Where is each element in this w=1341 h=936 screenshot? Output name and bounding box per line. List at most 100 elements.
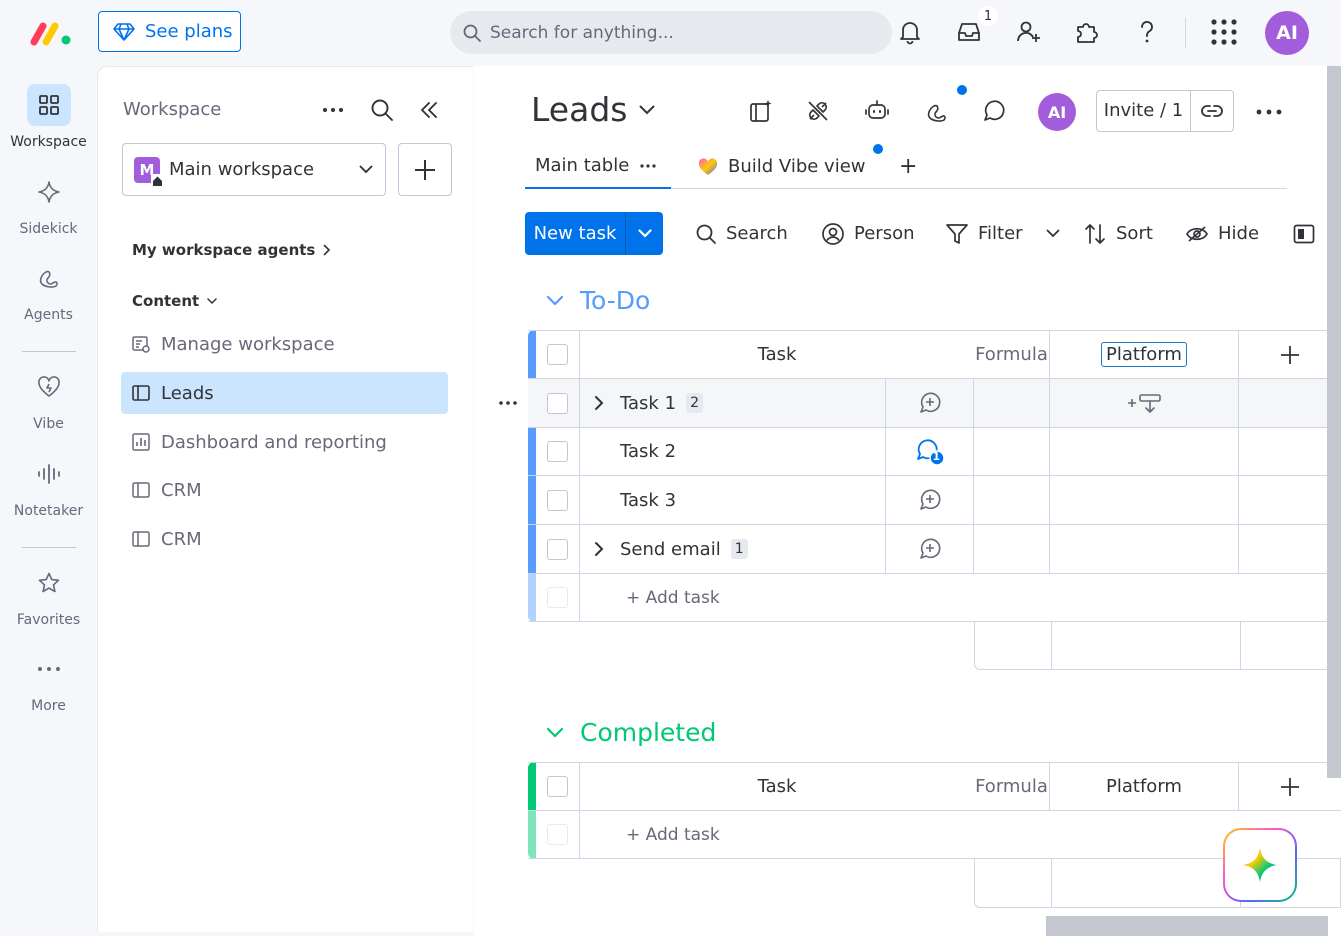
- rail-agents[interactable]: Agents: [0, 257, 97, 323]
- updates-cell[interactable]: [886, 379, 974, 427]
- monday-logo[interactable]: [30, 18, 74, 48]
- workspace-item-crm[interactable]: CRM: [121, 518, 448, 560]
- collapse-panel-icon[interactable]: [416, 97, 442, 123]
- apps-puzzle-icon[interactable]: [1072, 16, 1102, 48]
- column-header-platform[interactable]: Platform: [1050, 331, 1239, 378]
- filter-button[interactable]: Filter: [945, 212, 1060, 255]
- new-task-button[interactable]: New task: [525, 212, 626, 255]
- platform-cell[interactable]: [1050, 379, 1239, 427]
- search-button[interactable]: Search: [695, 212, 788, 255]
- task-name-cell[interactable]: Task 2: [580, 428, 886, 475]
- table-row[interactable]: Task 3: [528, 476, 1341, 525]
- person-filter-button[interactable]: Person: [821, 212, 915, 255]
- tab-options-icon[interactable]: [639, 163, 657, 169]
- tab-build-vibe-view[interactable]: Build Vibe view: [698, 144, 866, 189]
- column-header-task[interactable]: Task: [580, 763, 974, 810]
- user-avatar[interactable]: AI: [1265, 11, 1309, 55]
- platform-cell[interactable]: [1050, 476, 1239, 524]
- workspace-item-leads[interactable]: Leads: [121, 372, 448, 414]
- integrations-plug-icon[interactable]: [803, 96, 833, 126]
- group-header-todo[interactable]: To-Do: [546, 286, 650, 315]
- row-checkbox[interactable]: [547, 489, 568, 511]
- add-task-button[interactable]: + Add task: [580, 574, 1341, 621]
- chevron-down-icon[interactable]: [1046, 229, 1060, 238]
- see-plans-button[interactable]: See plans: [98, 11, 241, 52]
- formula-cell[interactable]: [974, 428, 1050, 475]
- rail-vibe[interactable]: Vibe: [0, 366, 97, 432]
- copy-link-button[interactable]: [1191, 91, 1233, 131]
- platform-cell[interactable]: [1050, 428, 1239, 475]
- bell-icon[interactable]: [895, 16, 925, 48]
- updates-chat-icon[interactable]: [979, 96, 1009, 126]
- add-view-button[interactable]: +: [899, 144, 917, 189]
- invite-button[interactable]: Invite / 1: [1097, 91, 1191, 131]
- select-all-checkbox[interactable]: [547, 776, 568, 797]
- row-checkbox[interactable]: [547, 441, 568, 462]
- column-header-formula[interactable]: Formula: [974, 763, 1050, 810]
- rail-notetaker[interactable]: Notetaker: [0, 453, 97, 519]
- workspace-item-manage[interactable]: Manage workspace: [121, 323, 448, 365]
- group-header-completed[interactable]: Completed: [546, 718, 716, 747]
- board-title[interactable]: Leads: [531, 90, 655, 129]
- column-header-platform[interactable]: Platform: [1050, 763, 1239, 810]
- subitems-count-badge[interactable]: 2: [686, 393, 704, 413]
- add-column-button[interactable]: [1239, 331, 1341, 378]
- board-owner-avatar[interactable]: AI: [1038, 93, 1076, 131]
- workspace-item-dashboard[interactable]: Dashboard and reporting: [121, 421, 448, 463]
- hide-button[interactable]: Hide: [1185, 212, 1259, 255]
- add-item-button[interactable]: [398, 143, 452, 196]
- rail-favorites[interactable]: Favorites: [0, 562, 97, 628]
- help-icon[interactable]: [1132, 16, 1162, 48]
- workspace-item-crm[interactable]: CRM: [121, 469, 448, 511]
- row-menu-icon[interactable]: [496, 394, 520, 412]
- column-header-task[interactable]: Task: [580, 331, 974, 378]
- table-row[interactable]: Task 1 2: [528, 379, 1341, 428]
- row-checkbox[interactable]: [547, 538, 568, 560]
- rail-more[interactable]: More: [0, 648, 97, 714]
- sort-button[interactable]: Sort: [1083, 212, 1153, 255]
- search-icon[interactable]: [369, 97, 395, 123]
- rail-workspace[interactable]: Workspace: [0, 84, 97, 150]
- workspace-selector[interactable]: M Main workspace: [122, 143, 386, 196]
- task-name-cell[interactable]: Send email 1: [580, 525, 886, 573]
- group-table-completed: Task Formula Platform + Add task: [528, 762, 1341, 859]
- table-row[interactable]: Task 2 1: [528, 428, 1341, 476]
- layout-toggle-button[interactable]: [1293, 212, 1315, 255]
- workspace-agents-section[interactable]: My workspace agents: [132, 241, 331, 259]
- vertical-scrollbar[interactable]: [1327, 66, 1341, 778]
- add-task-row[interactable]: + Add task: [528, 811, 1341, 859]
- select-all-checkbox[interactable]: [547, 344, 568, 365]
- global-search-input[interactable]: [490, 22, 870, 43]
- board-more-icon[interactable]: [1254, 97, 1284, 127]
- table-row[interactable]: Send email 1: [528, 525, 1341, 574]
- new-task-dropdown[interactable]: [626, 212, 663, 255]
- app-launcher-grid-icon[interactable]: [1209, 16, 1239, 48]
- tab-main-table[interactable]: Main table: [525, 144, 671, 189]
- sidekick-board-icon[interactable]: [746, 96, 776, 126]
- invite-member-icon[interactable]: [1013, 16, 1043, 48]
- formula-cell[interactable]: [974, 379, 1050, 427]
- agents-icon[interactable]: [922, 96, 952, 126]
- updates-cell[interactable]: [886, 525, 974, 573]
- task-name-cell[interactable]: Task 1 2: [580, 379, 886, 427]
- expand-subitems-icon[interactable]: [594, 541, 604, 557]
- content-section[interactable]: Content: [132, 292, 217, 310]
- column-header-formula[interactable]: Formula: [974, 331, 1050, 378]
- platform-cell[interactable]: [1050, 525, 1239, 573]
- more-options-icon[interactable]: [320, 97, 346, 123]
- rail-sidekick[interactable]: Sidekick: [0, 171, 97, 237]
- automations-robot-icon[interactable]: [862, 96, 892, 126]
- formula-cell[interactable]: [974, 476, 1050, 524]
- horizontal-scrollbar[interactable]: [1046, 916, 1328, 936]
- subitems-count-badge[interactable]: 1: [730, 539, 748, 559]
- expand-subitems-icon[interactable]: [594, 395, 604, 411]
- updates-cell[interactable]: 1: [886, 428, 974, 475]
- formula-cell[interactable]: [974, 525, 1050, 573]
- updates-cell[interactable]: [886, 476, 974, 524]
- add-column-button[interactable]: [1239, 763, 1341, 810]
- add-task-row[interactable]: + Add task: [528, 574, 1341, 622]
- row-checkbox[interactable]: [547, 392, 568, 414]
- task-name-cell[interactable]: Task 3: [580, 476, 886, 524]
- global-search[interactable]: [450, 11, 892, 54]
- ai-assistant-button[interactable]: [1223, 828, 1297, 902]
